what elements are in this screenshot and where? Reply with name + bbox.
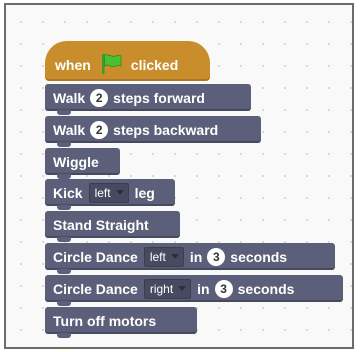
block-label: seconds xyxy=(237,280,295,297)
walk-backward-block[interactable]: Walk 2 steps backward xyxy=(45,116,261,147)
kick-leg-block[interactable]: Kick left leg xyxy=(45,179,175,210)
block-label: Walk xyxy=(53,121,86,138)
circle-dance-right-block[interactable]: Circle Dance right in 3 seconds xyxy=(45,275,343,306)
wiggle-block[interactable]: Wiggle xyxy=(45,148,120,179)
block-label: Turn off motors xyxy=(53,312,157,329)
leg-dropdown[interactable]: left xyxy=(88,182,129,203)
chevron-down-icon xyxy=(178,286,187,291)
turn-off-motors-block[interactable]: Turn off motors xyxy=(45,307,197,338)
green-flag-icon xyxy=(99,53,123,78)
script-canvas[interactable]: when clicked Walk 2 steps forward Walk 2… xyxy=(4,3,354,349)
dropdown-value: left xyxy=(94,185,111,200)
seconds-number-input[interactable]: 3 xyxy=(207,247,226,266)
block-label: steps backward xyxy=(113,121,219,138)
direction-dropdown[interactable]: left xyxy=(143,246,184,267)
hat-prefix-label: when xyxy=(55,57,91,73)
hat-suffix-label: clicked xyxy=(130,57,179,73)
circle-dance-left-block[interactable]: Circle Dance left in 3 seconds xyxy=(45,243,335,274)
block-label: Kick xyxy=(53,184,83,201)
steps-number-input[interactable]: 2 xyxy=(90,120,109,139)
block-label: seconds xyxy=(230,248,288,265)
block-label: Circle Dance xyxy=(53,280,138,297)
chevron-down-icon xyxy=(115,190,124,195)
chevron-down-icon xyxy=(170,254,179,259)
direction-dropdown[interactable]: right xyxy=(143,278,192,299)
dropdown-value: left xyxy=(149,249,166,264)
steps-number-input[interactable]: 2 xyxy=(90,88,109,107)
seconds-number-input[interactable]: 3 xyxy=(214,279,233,298)
block-label: steps forward xyxy=(113,89,205,106)
block-label: Circle Dance xyxy=(53,248,138,265)
block-label: Walk xyxy=(53,89,86,106)
block-label: leg xyxy=(134,184,155,201)
dropdown-value: right xyxy=(149,281,174,296)
block-label: in xyxy=(189,248,203,265)
walk-forward-block[interactable]: Walk 2 steps forward xyxy=(45,84,251,115)
when-flag-clicked-block[interactable]: when clicked xyxy=(45,41,210,81)
block-label: in xyxy=(197,280,210,297)
block-label: Stand Straight xyxy=(53,216,149,233)
stand-straight-block[interactable]: Stand Straight xyxy=(45,211,180,242)
block-label: Wiggle xyxy=(53,153,99,170)
